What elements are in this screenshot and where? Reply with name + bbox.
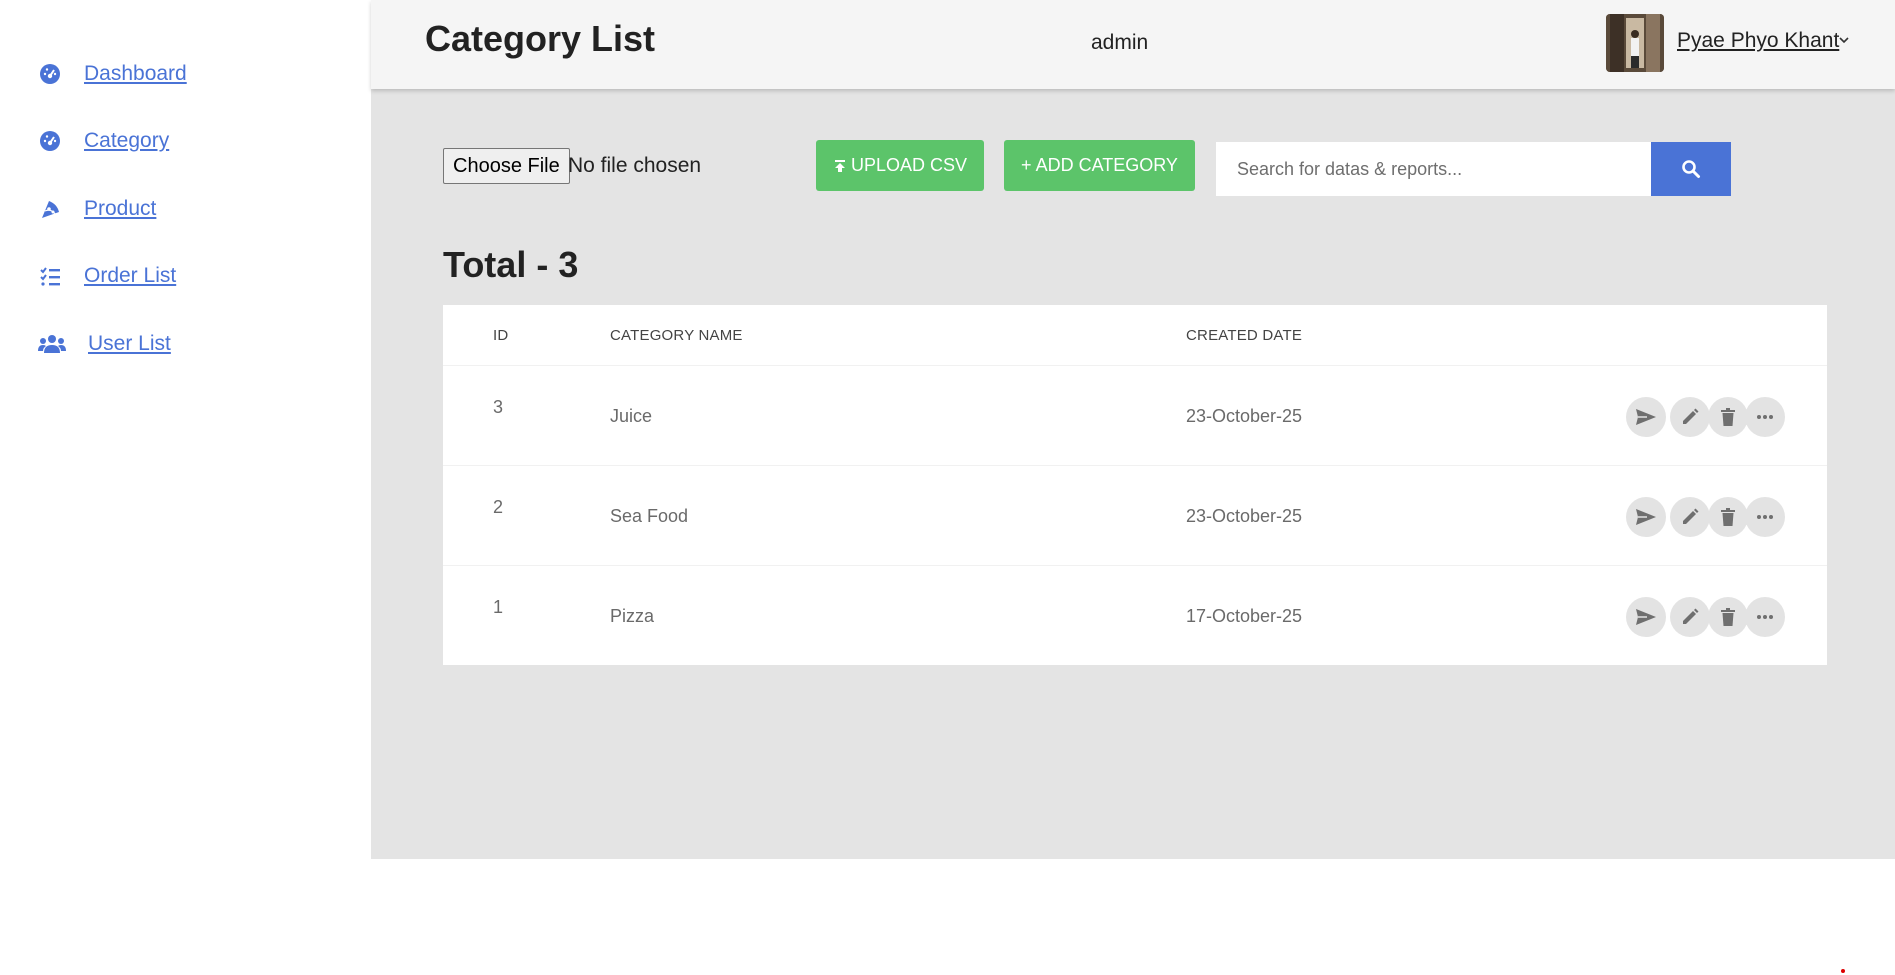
more-button[interactable] <box>1745 597 1785 637</box>
column-header-category-name: CATEGORY NAME <box>610 327 743 344</box>
table-row: 1 Pizza 17-October-25 <box>443 565 1827 665</box>
upload-csv-label: UPLOAD CSV <box>850 155 968 175</box>
row-id: 3 <box>493 397 504 417</box>
search-button[interactable] <box>1651 142 1731 196</box>
sidebar-item-label[interactable]: User List <box>88 332 171 356</box>
gauge-icon <box>38 62 62 86</box>
edit-button[interactable] <box>1670 397 1710 437</box>
users-icon <box>38 332 66 356</box>
upload-icon <box>834 159 845 172</box>
row-created-date: 23-October-25 <box>1186 506 1303 526</box>
send-icon <box>1636 609 1656 625</box>
gauge-icon <box>38 129 62 153</box>
search-input[interactable] <box>1216 142 1651 196</box>
delete-button[interactable] <box>1708 397 1748 437</box>
file-status-text: No file chosen <box>568 154 702 177</box>
sidebar-item-user-list[interactable]: User List <box>38 332 171 356</box>
pizza-icon <box>38 197 62 221</box>
pencil-icon <box>1683 408 1699 424</box>
sidebar: Dashboard Category Product Order List Us… <box>0 0 371 859</box>
page-title: Category List <box>425 18 656 59</box>
sidebar-item-category[interactable]: Category <box>38 129 169 153</box>
column-header-id: ID <box>493 327 509 344</box>
status-dot <box>1841 969 1845 973</box>
edit-button[interactable] <box>1670 497 1710 537</box>
sidebar-item-dashboard[interactable]: Dashboard <box>38 62 187 86</box>
delete-button[interactable] <box>1708 597 1748 637</box>
sidebar-item-label[interactable]: Product <box>84 197 156 221</box>
delete-button[interactable] <box>1708 497 1748 537</box>
row-created-date: 17-October-25 <box>1186 606 1303 626</box>
edit-button[interactable] <box>1670 597 1710 637</box>
row-id: 2 <box>493 497 504 517</box>
search-icon <box>1682 160 1700 178</box>
pencil-icon <box>1683 608 1699 624</box>
trash-icon <box>1721 408 1735 426</box>
avatar[interactable] <box>1606 14 1664 72</box>
sidebar-item-label[interactable]: Dashboard <box>84 62 187 86</box>
main-content: Category List admin Pyae Phyo Khant Choo… <box>371 0 1895 859</box>
table-row: 2 Sea Food 23-October-25 <box>443 465 1827 565</box>
chevron-down-icon[interactable] <box>1837 33 1851 47</box>
row-id: 1 <box>493 597 504 617</box>
more-icon <box>1757 415 1773 419</box>
more-icon <box>1757 615 1773 619</box>
send-icon <box>1636 509 1656 525</box>
more-button[interactable] <box>1745 397 1785 437</box>
role-label: admin <box>1091 31 1149 54</box>
send-icon <box>1636 409 1656 425</box>
row-category-name: Juice <box>610 406 653 426</box>
send-button[interactable] <box>1626 597 1666 637</box>
trash-icon <box>1721 508 1735 526</box>
top-header: Category List admin Pyae Phyo Khant <box>371 0 1895 89</box>
table-row: 3 Juice 23-October-25 <box>443 365 1827 465</box>
list-check-icon <box>38 264 62 288</box>
row-category-name: Sea Food <box>610 506 689 526</box>
sidebar-item-label[interactable]: Order List <box>84 264 176 288</box>
trash-icon <box>1721 608 1735 626</box>
category-table: ID CATEGORY NAME CREATED DATE 3 Juice 23… <box>443 305 1827 665</box>
add-category-label: + ADD CATEGORY <box>1021 155 1178 175</box>
pencil-icon <box>1683 508 1699 524</box>
total-count: Total - 3 <box>443 244 579 285</box>
send-button[interactable] <box>1626 397 1666 437</box>
choose-file-button[interactable]: Choose File <box>443 148 570 184</box>
more-button[interactable] <box>1745 497 1785 537</box>
sidebar-item-order-list[interactable]: Order List <box>38 264 176 288</box>
send-button[interactable] <box>1626 497 1666 537</box>
row-category-name: Pizza <box>610 606 655 626</box>
row-created-date: 23-October-25 <box>1186 406 1303 426</box>
sidebar-item-label[interactable]: Category <box>84 129 169 153</box>
more-icon <box>1757 515 1773 519</box>
column-header-created-date: CREATED DATE <box>1186 327 1303 344</box>
upload-csv-button[interactable]: UPLOAD CSV <box>816 140 984 191</box>
user-menu-name[interactable]: Pyae Phyo Khant <box>1677 29 1839 53</box>
add-category-button[interactable]: + ADD CATEGORY <box>1004 140 1195 191</box>
sidebar-item-product[interactable]: Product <box>38 197 156 221</box>
